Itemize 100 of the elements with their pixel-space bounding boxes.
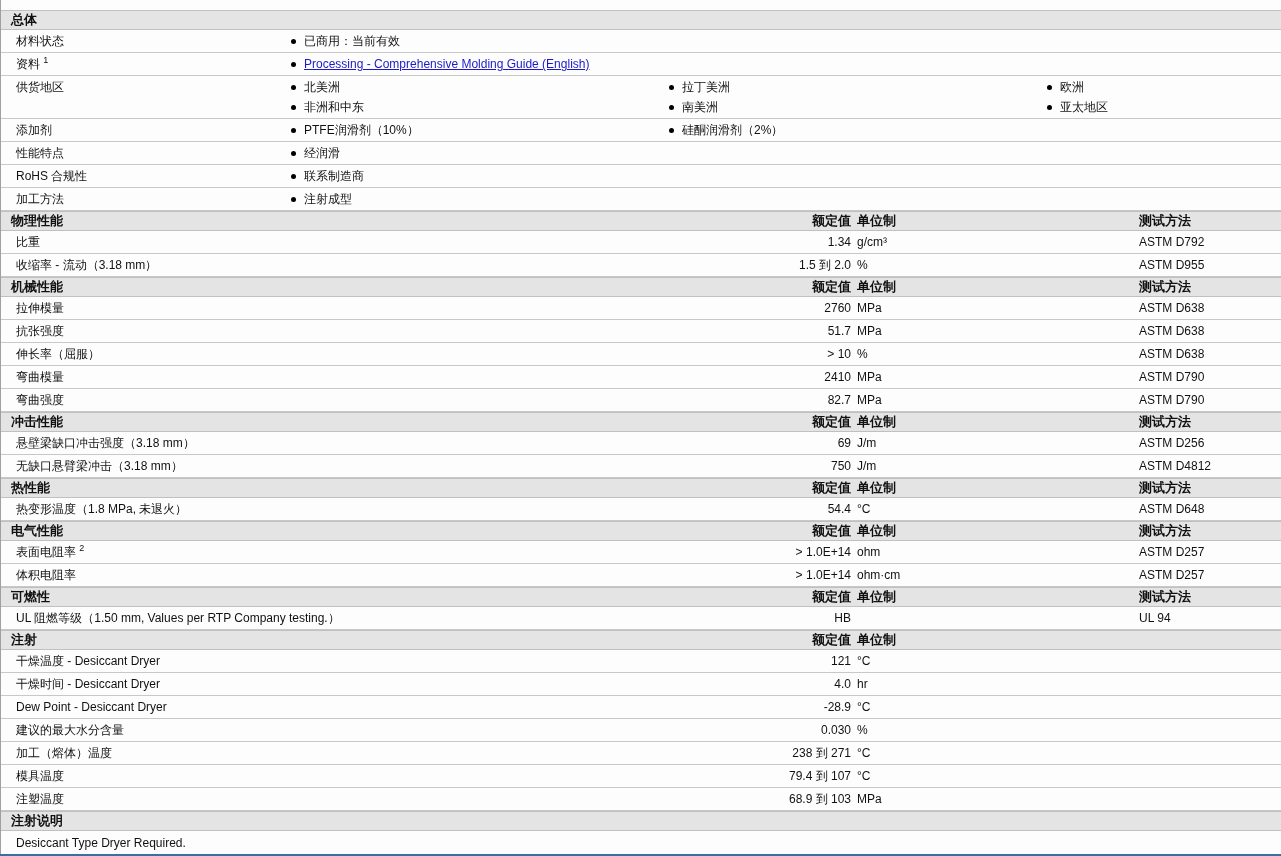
column-header: 单位制 bbox=[857, 522, 896, 540]
property-value: 经润滑 bbox=[304, 146, 340, 161]
property-value: 联系制造商 bbox=[304, 169, 364, 184]
column-header: 测试方法 bbox=[1139, 479, 1191, 497]
column-header: 单位制 bbox=[857, 479, 896, 497]
unit-cell: MPa bbox=[857, 370, 882, 384]
note-text: Desiccant Type Dryer Required. bbox=[15, 835, 186, 850]
column-header: 额定值 bbox=[812, 588, 851, 606]
test-method-cell: UL 94 bbox=[1139, 611, 1171, 625]
test-method-cell: ASTM D4812 bbox=[1139, 459, 1212, 473]
property-label: 建议的最大水分含量 bbox=[15, 721, 124, 739]
property-label: 注塑温度 bbox=[15, 790, 64, 808]
value-cell: 238 到 271 bbox=[792, 744, 851, 762]
property-label: 无缺口悬臂梁冲击（3.18 mm） bbox=[15, 457, 183, 475]
column-header: 单位制 bbox=[857, 588, 896, 606]
value-cell: HB bbox=[834, 611, 851, 625]
column-header: 单位制 bbox=[857, 278, 896, 296]
value-cell: 0.030 bbox=[820, 723, 851, 737]
test-method-cell: ASTM D257 bbox=[1139, 545, 1205, 559]
value-cell: > 10 bbox=[827, 347, 851, 361]
value-cell: 51.7 bbox=[827, 324, 851, 338]
column-header: 额定值 bbox=[812, 522, 851, 540]
property-value: 注射成型 bbox=[304, 192, 352, 207]
property-label: 干燥时间 - Desiccant Dryer bbox=[15, 675, 161, 693]
value-cell: 2760 bbox=[824, 301, 851, 315]
section-title: 注射 bbox=[10, 631, 37, 649]
property-label: 热变形温度（1.8 MPa, 未退火） bbox=[15, 500, 188, 518]
unit-cell: MPa bbox=[857, 301, 882, 315]
unit-cell: °C bbox=[857, 654, 871, 668]
test-method-cell: ASTM D790 bbox=[1139, 393, 1205, 407]
unit-cell: ohm·cm bbox=[857, 568, 901, 582]
property-value: 北美洲 bbox=[304, 80, 340, 95]
property-label: 体积电阻率 bbox=[15, 566, 76, 584]
value-cell: 82.7 bbox=[827, 393, 851, 407]
value-cell: > 1.0E+14 bbox=[795, 568, 851, 582]
property-label: 干燥温度 - Desiccant Dryer bbox=[15, 652, 161, 670]
value-cell: -28.9 bbox=[823, 700, 851, 714]
test-method-cell: ASTM D648 bbox=[1139, 502, 1205, 516]
value-cell: 2410 bbox=[824, 370, 851, 384]
unit-cell: hr bbox=[857, 677, 868, 691]
section-title: 电气性能 bbox=[10, 522, 63, 540]
property-value: PTFE润滑剂（10%） bbox=[304, 123, 419, 138]
unit-cell: J/m bbox=[857, 436, 877, 450]
column-header: 单位制 bbox=[857, 212, 896, 230]
unit-cell: MPa bbox=[857, 393, 882, 407]
property-label: 抗张强度 bbox=[15, 322, 64, 340]
section-title: 可燃性 bbox=[10, 588, 50, 606]
column-header: 单位制 bbox=[857, 413, 896, 431]
value-cell: 68.9 到 103 bbox=[788, 790, 851, 808]
unit-cell: °C bbox=[857, 502, 871, 516]
column-header: 额定值 bbox=[812, 479, 851, 497]
property-label: 弯曲强度 bbox=[15, 391, 64, 409]
column-header: 额定值 bbox=[812, 631, 851, 649]
property-label: 供货地区 bbox=[15, 80, 64, 96]
value-cell: > 1.0E+14 bbox=[795, 545, 851, 559]
column-header: 单位制 bbox=[857, 631, 896, 649]
test-method-cell: ASTM D638 bbox=[1139, 324, 1205, 338]
section-title: 机械性能 bbox=[9, 278, 63, 296]
property-value: 亚太地区 bbox=[1060, 100, 1108, 115]
value-cell: 750 bbox=[830, 459, 851, 473]
value-cell: 69 bbox=[837, 436, 851, 450]
property-value: 南美洲 bbox=[682, 100, 718, 115]
property-value: 非洲和中东 bbox=[304, 100, 364, 115]
test-method-cell: ASTM D638 bbox=[1139, 347, 1205, 361]
column-header: 测试方法 bbox=[1139, 212, 1191, 230]
property-label: 加工方法 bbox=[15, 192, 64, 207]
property-value: 欧洲 bbox=[1060, 80, 1084, 95]
property-label: 拉伸模量 bbox=[15, 299, 64, 317]
unit-cell: % bbox=[857, 258, 868, 272]
column-header: 测试方法 bbox=[1139, 413, 1191, 431]
test-method-cell: ASTM D790 bbox=[1139, 370, 1205, 384]
property-label: 表面电阻率 $^{2}$ bbox=[15, 543, 85, 561]
unit-cell: °C bbox=[857, 769, 871, 783]
section-title: 注射说明 bbox=[10, 812, 63, 830]
value-cell: 54.4 bbox=[827, 502, 851, 516]
value-cell: 1.5 到 2.0 bbox=[798, 256, 851, 274]
unit-cell: J/m bbox=[857, 459, 877, 473]
unit-cell: °C bbox=[857, 700, 871, 714]
property-label: 材料状态 bbox=[15, 34, 64, 49]
value-cell: 121 bbox=[830, 654, 851, 668]
property-label: UL 阻燃等级（1.50 mm, Values per RTP Company testing.） bbox=[15, 609, 340, 627]
section-title: 热性能 bbox=[10, 479, 50, 497]
test-method-cell: ASTM D638 bbox=[1139, 301, 1205, 315]
property-label: 伸长率（屈服） bbox=[15, 345, 100, 363]
property-label: 加工（熔体）温度 bbox=[15, 744, 112, 762]
test-method-cell: ASTM D792 bbox=[1139, 235, 1205, 249]
column-header: 额定值 bbox=[812, 212, 851, 230]
unit-cell: g/cm³ bbox=[857, 235, 887, 249]
property-label: RoHS 合规性 bbox=[15, 169, 88, 184]
property-label: 弯曲模量 bbox=[15, 368, 64, 386]
section-title: 物理性能 bbox=[10, 212, 63, 230]
property-label: Dew Point - Desiccant Dryer bbox=[15, 700, 167, 714]
document-link[interactable]: Processing - Comprehensive Molding Guide (English) bbox=[304, 57, 590, 72]
property-label: 添加剂 bbox=[15, 123, 52, 138]
property-value: 硅酮润滑剂（2%） bbox=[682, 123, 784, 138]
property-label: 悬壁梁缺口冲击强度（3.18 mm） bbox=[15, 434, 195, 452]
unit-cell: % bbox=[857, 723, 868, 737]
property-value: 已商用：当前有效 bbox=[304, 34, 400, 49]
test-method-cell: ASTM D955 bbox=[1139, 258, 1205, 272]
column-header: 测试方法 bbox=[1139, 522, 1191, 540]
